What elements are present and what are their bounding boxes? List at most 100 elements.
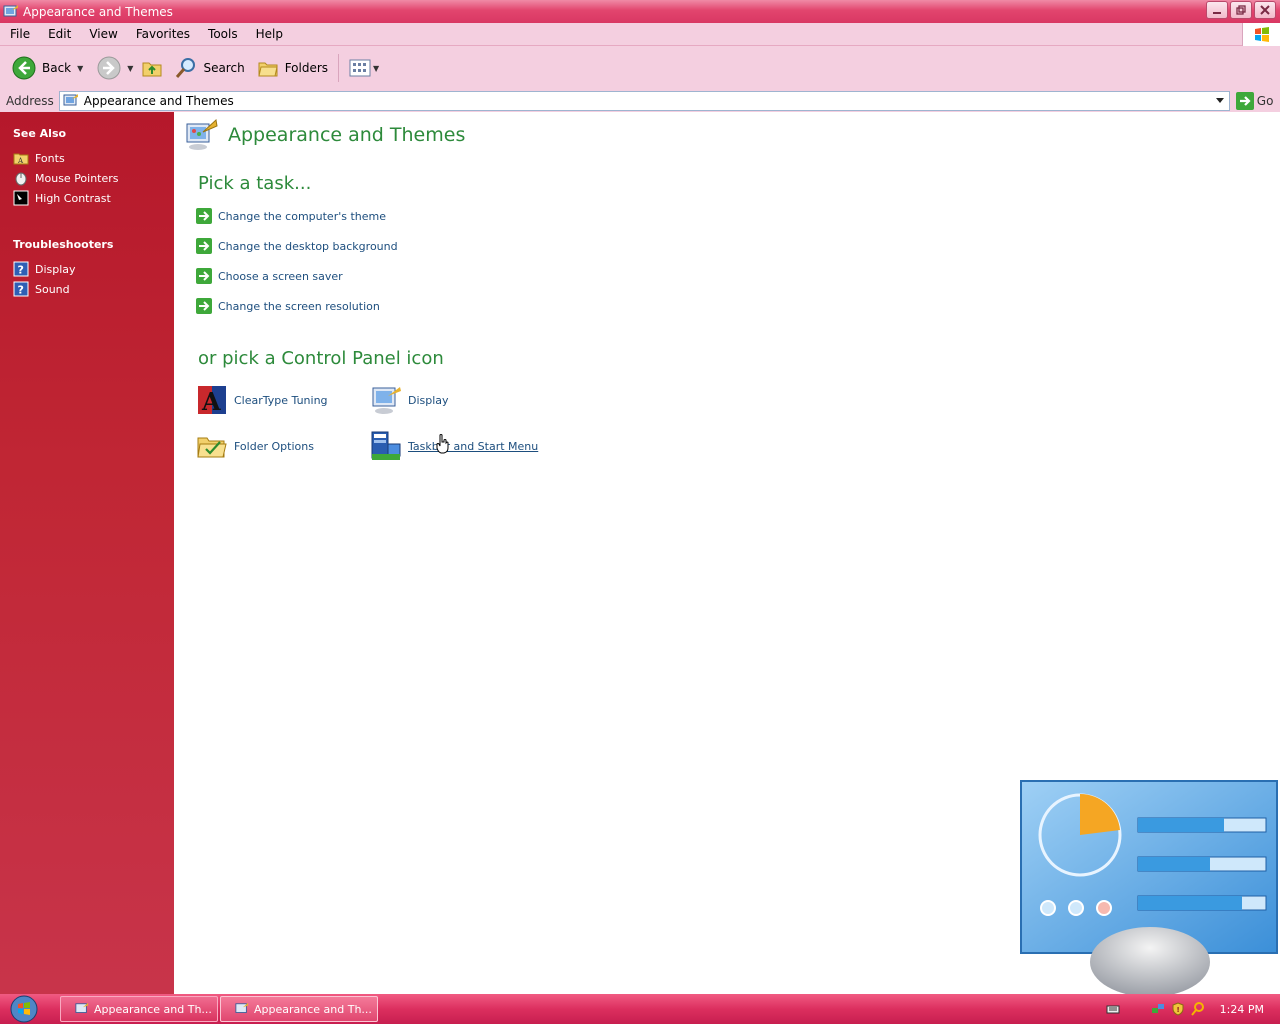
back-button[interactable]: Back ▼ — [8, 51, 87, 85]
go-label: Go — [1256, 94, 1274, 108]
views-button[interactable]: ▼ — [345, 51, 383, 85]
cleartype-icon: A — [198, 386, 226, 416]
hand-cursor-icon — [436, 434, 449, 454]
green-arrow-icon — [196, 208, 212, 224]
go-arrow-icon — [1235, 92, 1254, 110]
high-contrast-icon — [13, 190, 29, 206]
up-folder-button[interactable] — [137, 51, 167, 85]
see-also-title: See Also — [13, 127, 67, 140]
search-icon[interactable] — [1190, 1002, 1205, 1016]
svg-text:?: ? — [18, 264, 24, 277]
chevron-down-icon — [1215, 98, 1224, 103]
taskbar-button-1[interactable]: Appearance and Th... — [60, 996, 218, 1022]
sidebar-item-label: Mouse Pointers — [35, 171, 119, 185]
page-title: Appearance and Themes — [228, 124, 466, 146]
pick-task-heading: Pick a task... — [198, 173, 312, 194]
close-icon — [1260, 5, 1270, 15]
folders-label: Folders — [284, 61, 329, 75]
taskbar: Appearance and Th... Appearance and Th..… — [0, 994, 1280, 1024]
green-arrow-icon — [196, 268, 212, 284]
menu-edit[interactable]: Edit — [39, 27, 80, 41]
control-panel-graphic — [1020, 780, 1278, 994]
back-dropdown-icon[interactable]: ▼ — [77, 64, 83, 73]
sidebar-item-display-troubleshooter[interactable]: ? Display — [13, 259, 113, 279]
close-button[interactable] — [1254, 1, 1276, 19]
toolbar: Back ▼ ▼ Search Folders ▼ — [0, 46, 1280, 90]
sidebar-item-sound-troubleshooter[interactable]: ? Sound — [13, 279, 113, 299]
menu-tools[interactable]: Tools — [199, 27, 247, 41]
address-value: Appearance and Themes — [83, 94, 234, 108]
menu-view[interactable]: View — [80, 27, 126, 41]
security-shield-icon[interactable]: ! — [1171, 1002, 1185, 1016]
windows-logo — [1242, 23, 1280, 46]
appearance-themes-icon — [235, 1002, 249, 1013]
sidebar-item-fonts[interactable]: A Fonts — [13, 148, 119, 168]
folders-icon — [258, 62, 278, 77]
cp-icon-display[interactable]: Display — [370, 384, 449, 416]
display-icon — [372, 387, 401, 414]
minimize-button[interactable] — [1206, 1, 1228, 19]
taskbar-button-label: Appearance and Th... — [254, 1002, 372, 1016]
window-title: Appearance and Themes — [23, 4, 173, 19]
windows-flag-icon — [1254, 26, 1269, 42]
troubleshooters-section: Troubleshooters ? Display ? Sound — [13, 238, 113, 299]
search-button[interactable]: Search — [171, 51, 248, 85]
taskbar-icon — [371, 431, 401, 460]
sidebar-item-label: Display — [35, 262, 76, 276]
task-label: Change the computer's theme — [218, 209, 386, 223]
task-label: Choose a screen saver — [218, 269, 343, 283]
cp-icon-label: Taskbar and Start Menu — [408, 439, 539, 453]
menu-file[interactable]: File — [0, 27, 39, 41]
address-dropdown-button[interactable] — [1211, 92, 1229, 110]
svg-text:?: ? — [18, 284, 24, 297]
sidebar-item-mouse-pointers[interactable]: Mouse Pointers — [13, 168, 119, 188]
forward-arrow-icon — [97, 56, 121, 80]
taskbar-button-2[interactable]: Appearance and Th... — [220, 996, 378, 1022]
task-change-theme[interactable]: Change the computer's theme — [196, 208, 386, 224]
sidebar-item-high-contrast[interactable]: High Contrast — [13, 188, 119, 208]
side-panel: See Also A Fonts Mouse Pointers High Con… — [0, 112, 174, 994]
menu-bar: File Edit View Favorites Tools Help — [0, 23, 1280, 46]
sidebar-item-label: Sound — [35, 282, 70, 296]
svg-text:!: ! — [1176, 1006, 1179, 1014]
task-label: Change the screen resolution — [218, 299, 380, 313]
appearance-themes-icon — [3, 4, 18, 16]
restore-icon — [1236, 5, 1246, 15]
menu-help[interactable]: Help — [247, 27, 292, 41]
forward-button[interactable]: ▼ — [93, 51, 137, 85]
fonts-folder-icon: A — [13, 153, 29, 165]
back-arrow-icon — [12, 56, 36, 80]
start-button[interactable] — [8, 995, 40, 1023]
troubleshooters-title: Troubleshooters — [13, 238, 114, 251]
cp-icon-label: ClearType Tuning — [234, 393, 328, 407]
see-also-section: See Also A Fonts Mouse Pointers High Con… — [13, 127, 119, 208]
appearance-themes-icon — [75, 1002, 89, 1013]
back-label: Back — [42, 61, 72, 75]
folders-button[interactable]: Folders — [253, 51, 332, 85]
clock[interactable]: 1:24 PM — [1220, 1003, 1264, 1016]
help-icon: ? — [13, 281, 29, 297]
task-change-background[interactable]: Change the desktop background — [196, 238, 398, 254]
network-icon[interactable] — [1151, 1002, 1165, 1016]
cp-icon-taskbar[interactable]: Taskbar and Start Menu — [370, 430, 538, 462]
go-button[interactable]: Go — [1235, 92, 1274, 110]
taskbar-button-label: Appearance and Th... — [94, 1002, 212, 1016]
cp-icon-label: Folder Options — [234, 439, 314, 453]
menu-favorites[interactable]: Favorites — [127, 27, 199, 41]
restore-button[interactable] — [1230, 1, 1252, 19]
svg-text:A: A — [17, 157, 24, 165]
keyboard-icon[interactable] — [1106, 1002, 1120, 1016]
appearance-themes-small-icon — [63, 94, 78, 106]
forward-dropdown-icon[interactable]: ▼ — [127, 64, 133, 73]
task-screen-resolution[interactable]: Change the screen resolution — [196, 298, 380, 314]
cp-icon-cleartype[interactable]: A ClearType Tuning — [196, 384, 328, 416]
address-input[interactable]: Appearance and Themes — [58, 91, 1230, 111]
search-icon — [176, 58, 196, 78]
system-tray: ! 1:24 PM — [1103, 994, 1280, 1024]
title-bar: Appearance and Themes — [0, 0, 1280, 23]
toolbar-divider — [338, 54, 340, 82]
views-dropdown-icon[interactable]: ▼ — [373, 64, 379, 73]
cp-icon-folder-options[interactable]: Folder Options — [196, 430, 314, 462]
task-screen-saver[interactable]: Choose a screen saver — [196, 268, 343, 284]
svg-text:A: A — [201, 387, 221, 416]
